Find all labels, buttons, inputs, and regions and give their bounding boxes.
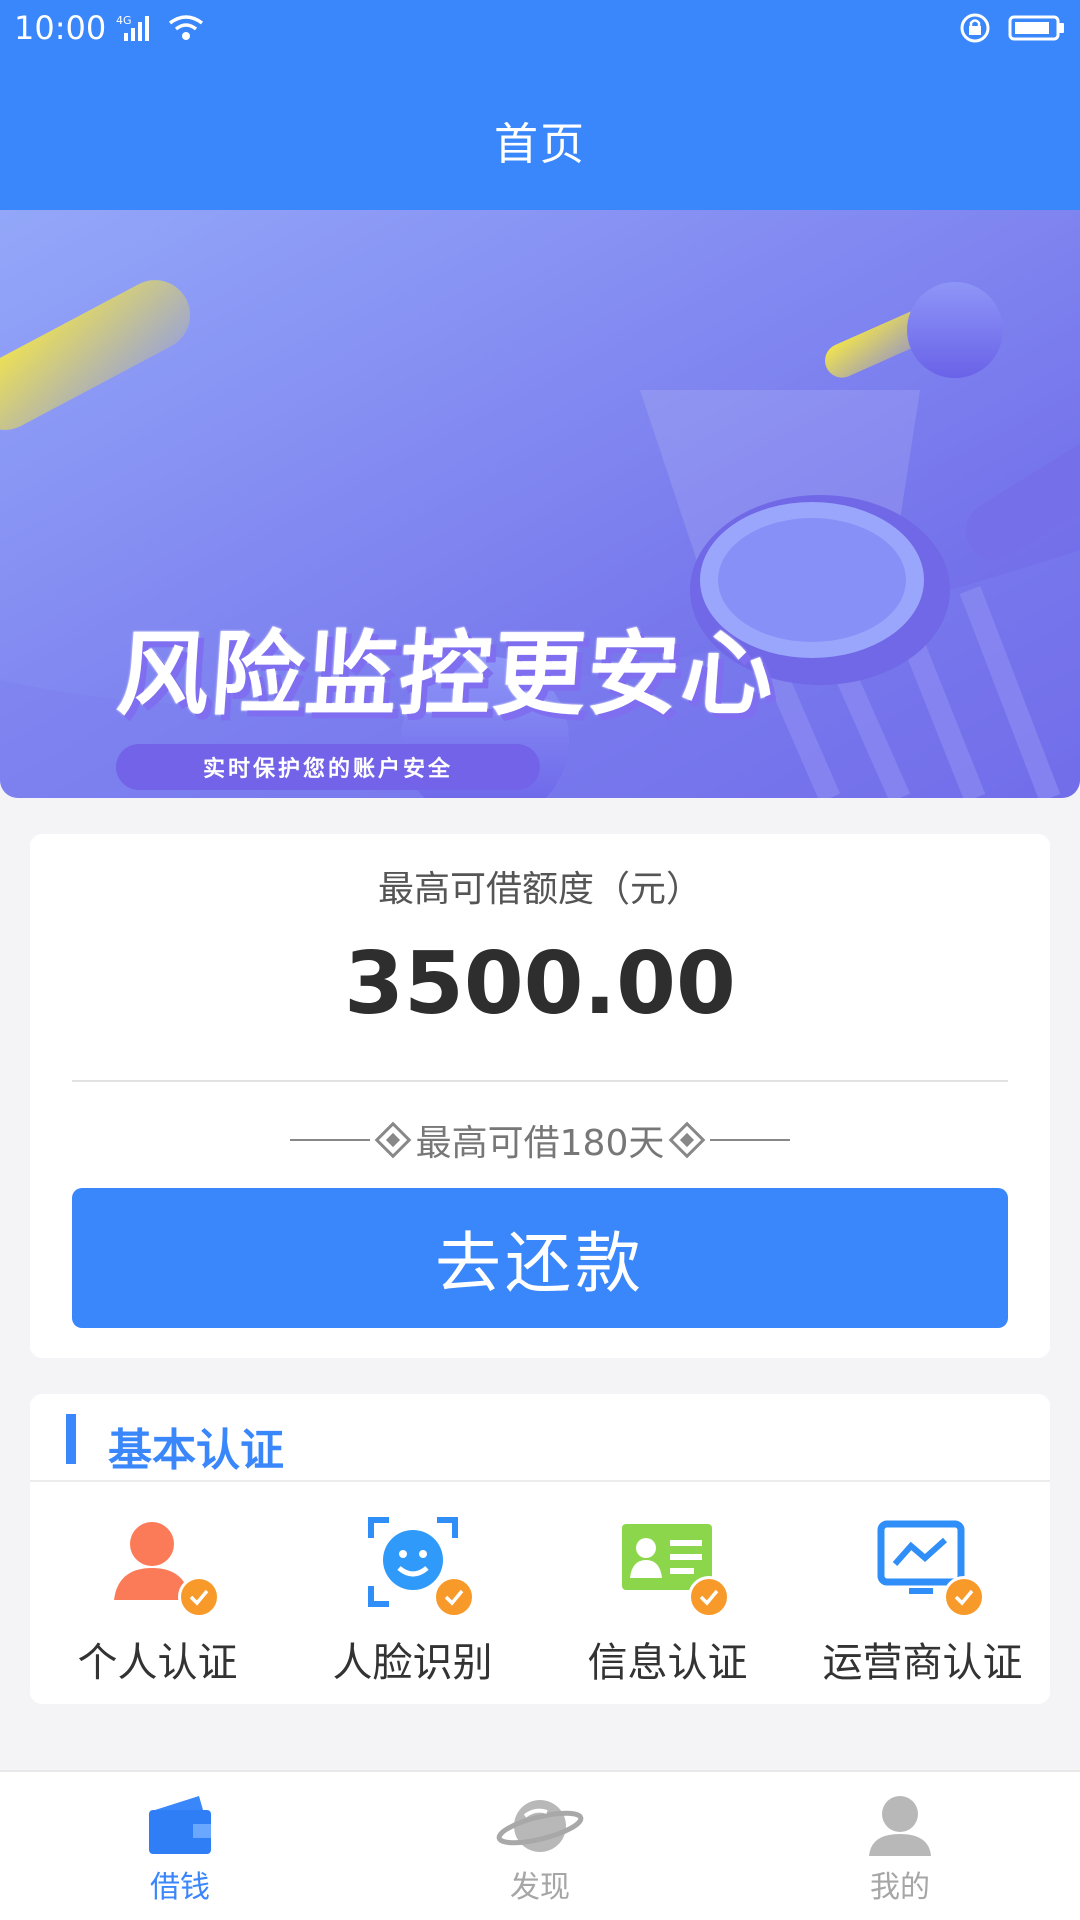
face-scan-icon [365,1514,475,1618]
verify-item-label: 运营商认证 [822,1640,1023,1686]
tab-label: 借钱 [150,1870,210,1905]
promo-banner[interactable]: 风险监控更安心 实时保护您的账户安全 [0,210,1080,798]
signal-icon: 4G [116,14,150,41]
verify-item-label: 人脸识别 [332,1640,493,1686]
app-header: 10:00 4G 首页 [0,0,1080,210]
check-icon [177,1576,220,1618]
diamond-icon [374,1121,412,1159]
status-bar: 10:00 4G [0,0,1080,56]
tab-label: 我的 [870,1870,930,1905]
tab-label: 发现 [510,1870,570,1905]
check-icon [942,1576,985,1618]
credit-limit-card: 最高可借额度（元） 3500.00 最高可借180天 去还款 [30,834,1050,1358]
credit-limit-amount: 3500.00 [344,934,736,1034]
divider [72,1080,1008,1082]
id-card-icon [620,1514,730,1618]
decor-line-right [710,1139,791,1141]
tab-borrow[interactable]: 借钱 [60,1772,300,1906]
verification-header: 基本认证 [30,1394,1050,1482]
planet-icon [496,1800,584,1852]
verify-item-carrier[interactable]: 运营商认证 [803,1514,1043,1686]
wallet-icon [149,1796,211,1854]
basic-verification-card: 基本认证 个人认证 人脸识别 信息认证 运营商认证 [30,1394,1050,1704]
verify-item-label: 信息认证 [587,1640,748,1686]
decor-line-left [289,1139,370,1141]
diamond-icon [668,1121,706,1159]
tab-mine[interactable]: 我的 [780,1772,1020,1906]
loan-term-row: 最高可借180天 [30,1110,1050,1170]
repay-button[interactable]: 去还款 [72,1188,1008,1328]
section-accent-bar [66,1414,76,1464]
check-icon [432,1576,475,1618]
status-time: 10:00 [14,9,107,47]
verification-title: 基本认证 [108,1425,284,1476]
battery-icon [1008,15,1064,41]
verify-item-info[interactable]: 信息认证 [548,1514,788,1686]
network-type: 4G [116,14,132,27]
status-left: 10:00 4G [14,9,206,47]
monitor-chart-icon [875,1514,985,1618]
status-right [958,11,1066,45]
verify-item-label: 个人认证 [77,1640,238,1686]
check-icon [687,1576,730,1618]
wifi-icon [169,15,204,40]
person-icon [110,1514,220,1618]
rotation-lock-icon [960,13,990,43]
user-icon [869,1796,931,1856]
verification-items: 个人认证 人脸识别 信息认证 运营商认证 [30,1514,1050,1686]
page-title: 首页 [494,119,586,170]
banner-tagline: 实时保护您的账户安全 [116,744,540,790]
credit-limit-label: 最高可借额度（元） [377,869,702,910]
loan-term-text: 最高可借180天 [415,1123,665,1164]
banner-headline: 风险监控更安心 [113,621,780,728]
verify-item-personal[interactable]: 个人认证 [38,1514,278,1686]
tab-discover[interactable]: 发现 [420,1772,660,1906]
verify-item-face[interactable]: 人脸识别 [293,1514,533,1686]
bottom-tab-bar: 借钱 发现 我的 [0,1770,1080,1920]
